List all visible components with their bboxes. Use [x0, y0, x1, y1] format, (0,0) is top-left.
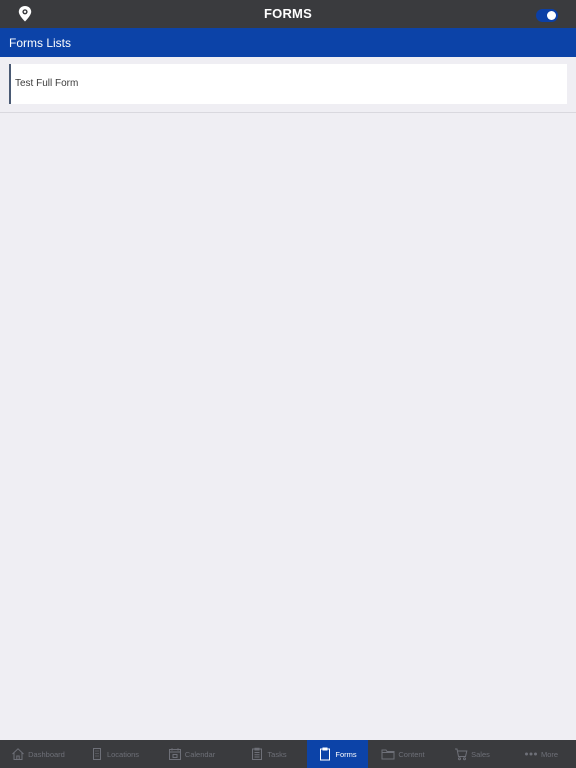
tab-label-sales: Sales: [471, 749, 490, 759]
app-screen: FORMS Forms Lists Test Full Form Dashboa…: [0, 0, 576, 768]
tab-label-tasks: Tasks: [267, 749, 287, 759]
more-dots-icon: [524, 752, 537, 756]
tab-more[interactable]: More: [506, 740, 576, 768]
tab-label-locations: Locations: [106, 749, 140, 759]
tab-label-more: More: [540, 749, 559, 759]
tab-label-calendar: Calendar: [184, 749, 216, 759]
section-title: Forms Lists: [9, 36, 72, 50]
tab-label-forms: Forms: [335, 749, 357, 759]
folder-icon: [381, 749, 395, 760]
forms-lists-header: Forms Lists: [0, 28, 576, 57]
bottom-tab-bar: Dashboard Locations Calendar Tasks Forms: [0, 740, 576, 768]
tab-locations[interactable]: Locations: [76, 740, 153, 768]
tab-tasks[interactable]: Tasks: [230, 740, 307, 768]
tab-calendar[interactable]: Calendar: [153, 740, 230, 768]
form-name: Test Full Form: [15, 78, 79, 89]
top-navigation-bar: FORMS: [0, 0, 576, 28]
toggle-switch[interactable]: [536, 9, 558, 22]
building-icon: [92, 748, 101, 760]
tab-label-content: Content: [398, 749, 425, 759]
calendar-icon: [168, 748, 181, 760]
tab-label-dashboard: Dashboard: [28, 749, 65, 759]
tab-dashboard[interactable]: Dashboard: [0, 740, 76, 768]
clipboard-icon: [320, 747, 331, 761]
page-title: FORMS: [264, 6, 312, 21]
form-list-item[interactable]: Test Full Form: [9, 64, 567, 104]
tab-forms[interactable]: Forms: [307, 740, 368, 768]
cart-icon: [455, 748, 468, 761]
tab-sales[interactable]: Sales: [438, 740, 506, 768]
toggle-knob: [547, 11, 556, 20]
home-icon: [12, 748, 24, 760]
tab-content[interactable]: Content: [368, 740, 438, 768]
tasks-icon: [252, 747, 263, 760]
forms-list: Test Full Form: [0, 57, 576, 113]
